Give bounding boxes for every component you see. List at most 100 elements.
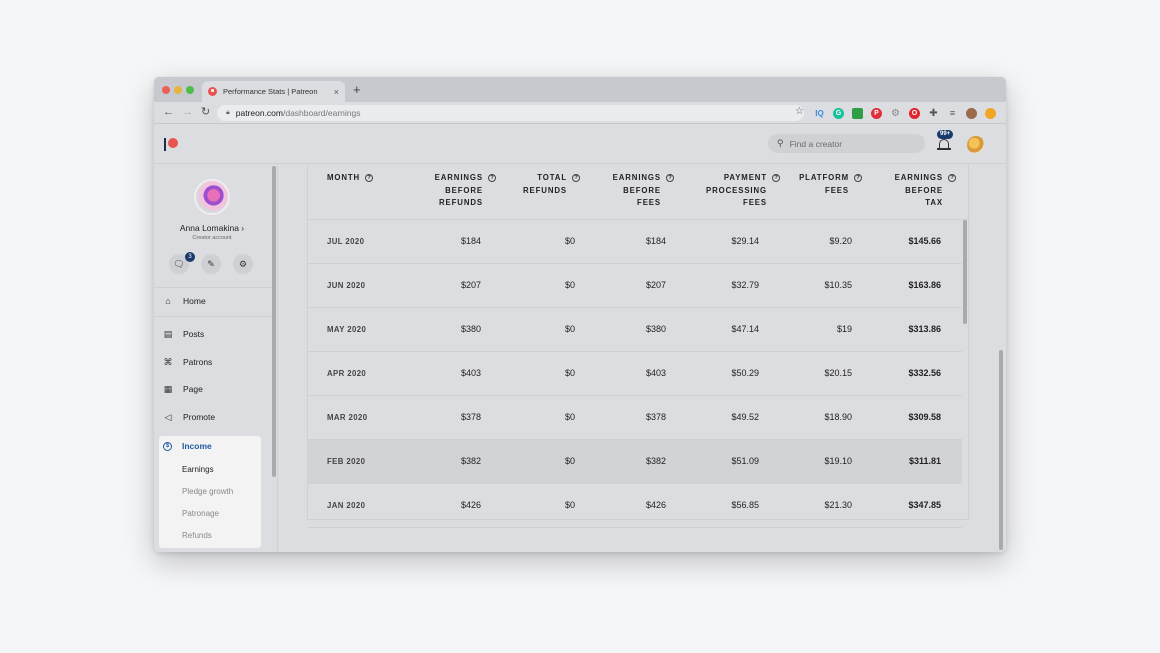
help-icon[interactable]: ? [948, 174, 956, 182]
main-content: MONTH? EARNINGS? BEFORE REFUNDS TOTAL? R… [279, 164, 1006, 552]
month-cell: MAR 2020 [327, 413, 368, 422]
table-row[interactable]: JAN 2020 $426 $0 $426 $56.85 $21.30 $347.85 [308, 484, 962, 528]
creator-search[interactable]: ⚲ [768, 134, 925, 153]
patreon-logo-icon[interactable] [164, 138, 178, 152]
processing-cell: $51.09 [731, 456, 759, 466]
platform-cell: $20.15 [824, 368, 852, 378]
before-fees-cell: $426 [645, 500, 666, 510]
url-host: patreon.com [235, 108, 283, 118]
sidebar-scrollbar[interactable] [272, 166, 276, 477]
processing-cell: $32.79 [731, 280, 759, 290]
platform-cell: $18.90 [824, 412, 852, 422]
refunds-cell: $0 [564, 412, 575, 422]
opera-extension-icon[interactable]: O [909, 107, 920, 119]
user-avatar[interactable] [967, 136, 985, 154]
back-arrow-icon[interactable]: ← [163, 106, 174, 118]
sidebar-item-page[interactable]: ▦ Page [163, 382, 263, 396]
platform-cell: $10.35 [824, 280, 852, 290]
before-fees-cell: $207 [645, 280, 666, 290]
table-row[interactable]: FEB 2020 $382 $0 $382 $51.09 $19.10 $311.81 [308, 440, 962, 484]
earnings-table: MONTH? EARNINGS? BEFORE REFUNDS TOTAL? R… [307, 164, 970, 528]
reload-icon[interactable]: ↻ [201, 106, 210, 118]
megaphone-icon: ◁ [164, 411, 172, 422]
sidebar-item-promote[interactable]: ◁ Promote [163, 410, 263, 424]
help-icon[interactable]: ? [488, 174, 496, 182]
creator-account-label: Creator account [192, 235, 232, 241]
sidebar-item-patrons[interactable]: ⌘ Patrons [163, 355, 263, 369]
table-row[interactable]: MAY 2020 $380 $0 $380 $47.14 $19 $313.86 [308, 308, 962, 352]
month-cell: FEB 2020 [327, 457, 366, 466]
column-header-platform-fees[interactable]: PLATFORM? FEES [778, 172, 862, 197]
income-section: $ Income Earnings Pledge growth Patronag… [159, 436, 261, 548]
column-header-payment-processing-fees[interactable]: PAYMENT? PROCESSING FEES [678, 172, 780, 210]
edit-icon[interactable]: ✎ [201, 254, 221, 274]
sidebar-subitem-earnings[interactable]: Earnings [182, 465, 214, 474]
minimize-window-button[interactable] [174, 86, 182, 94]
refunds-cell: $0 [564, 236, 575, 246]
new-tab-button[interactable]: + [353, 83, 361, 96]
help-icon[interactable]: ? [666, 174, 674, 182]
patreon-favicon-icon [208, 87, 217, 96]
table-row[interactable]: APR 2020 $403 $0 $403 $50.29 $20.15 $332.56 [308, 352, 962, 396]
before-tax-cell: $309.58 [908, 412, 941, 422]
sidebar-item-home[interactable]: ⌂ Home [163, 294, 263, 308]
divider [154, 287, 272, 288]
browser-tab[interactable]: Performance Stats | Patreon × [202, 81, 345, 102]
url-path: /dashboard/earnings [282, 108, 361, 118]
refunds-cell: $0 [564, 368, 575, 378]
platform-cell: $19.10 [824, 456, 852, 466]
bookmark-star-icon[interactable]: ☆ [795, 106, 804, 117]
settings-extension-icon[interactable]: ⚙ [890, 108, 901, 119]
platform-cell: $19 [836, 324, 852, 334]
maximize-window-button[interactable] [186, 86, 194, 94]
search-input[interactable] [789, 138, 910, 149]
before-tax-cell: $311.81 [908, 456, 941, 466]
sidebar-item-label: Page [183, 384, 203, 394]
column-header-earnings-before-tax[interactable]: EARNINGS? BEFORE TAX [868, 172, 956, 210]
before-fees-cell: $382 [645, 456, 666, 466]
before-fees-cell: $380 [645, 324, 666, 334]
sidebar-item-posts[interactable]: ▤ Posts [163, 327, 263, 341]
tab-close-icon[interactable]: × [334, 87, 339, 97]
search-icon: ⚲ [777, 138, 784, 148]
page-scrollbar[interactable] [999, 350, 1003, 550]
column-header-month[interactable]: MONTH? [327, 172, 374, 185]
help-icon[interactable]: ? [854, 174, 862, 182]
column-header-earnings-before-refunds[interactable]: EARNINGS? BEFORE REFUNDS [408, 172, 496, 210]
sidebar-subitem-patronage[interactable]: Patronage [182, 509, 219, 518]
column-header-total-refunds[interactable]: TOTAL? REFUNDS [498, 172, 580, 197]
settings-icon[interactable]: ⚙ [233, 254, 253, 274]
iq-extension-icon[interactable]: IQ [814, 108, 825, 119]
before-refunds-cell: $184 [460, 236, 481, 246]
before-fees-cell: $378 [645, 412, 666, 422]
help-icon[interactable]: ? [572, 174, 580, 182]
processing-cell: $47.14 [731, 324, 759, 334]
sidebar-subitem-pledge-growth[interactable]: Pledge growth [182, 487, 233, 496]
creator-avatar[interactable] [194, 179, 230, 215]
pinterest-extension-icon[interactable]: P [871, 107, 882, 119]
address-bar[interactable]: 🔒︎ patreon.com/dashboard/earnings ☆ [217, 105, 804, 121]
reading-list-icon[interactable]: ≡ [947, 108, 958, 119]
table-row[interactable]: MAR 2020 $378 $0 $378 $49.52 $18.90 $309.58 [308, 396, 962, 440]
month-cell: JUN 2020 [327, 281, 366, 290]
before-refunds-cell: $380 [460, 324, 481, 334]
browser-profile-icon[interactable] [966, 107, 977, 119]
green-extension-icon[interactable] [852, 107, 863, 119]
forward-arrow-icon[interactable]: → [182, 106, 193, 118]
notification-badge: 99+ [937, 130, 954, 139]
sidebar-item-income[interactable]: $ Income [163, 441, 212, 451]
grammarly-extension-icon[interactable]: G [833, 107, 844, 119]
sidebar-subitem-refunds[interactable]: Refunds [182, 531, 212, 540]
extensions-puzzle-icon[interactable]: ✚ [928, 108, 939, 119]
column-header-earnings-before-fees[interactable]: EARNINGS? BEFORE FEES [586, 172, 674, 210]
table-row[interactable]: JUN 2020 $207 $0 $207 $32.79 $10.35 $163.86 [308, 264, 962, 308]
close-window-button[interactable] [162, 86, 170, 94]
help-icon[interactable]: ? [365, 174, 374, 182]
refunds-cell: $0 [564, 456, 575, 466]
table-scrollbar[interactable] [963, 220, 967, 324]
table-row[interactable]: JUL 2020 $184 $0 $184 $29.14 $9.20 $145.66 [308, 220, 962, 264]
creator-name[interactable]: Anna Lomakina › [154, 223, 270, 233]
sidebar-item-label: Promote [183, 412, 216, 422]
orange-extension-icon[interactable] [985, 107, 996, 119]
before-tax-cell: $145.66 [908, 236, 941, 246]
